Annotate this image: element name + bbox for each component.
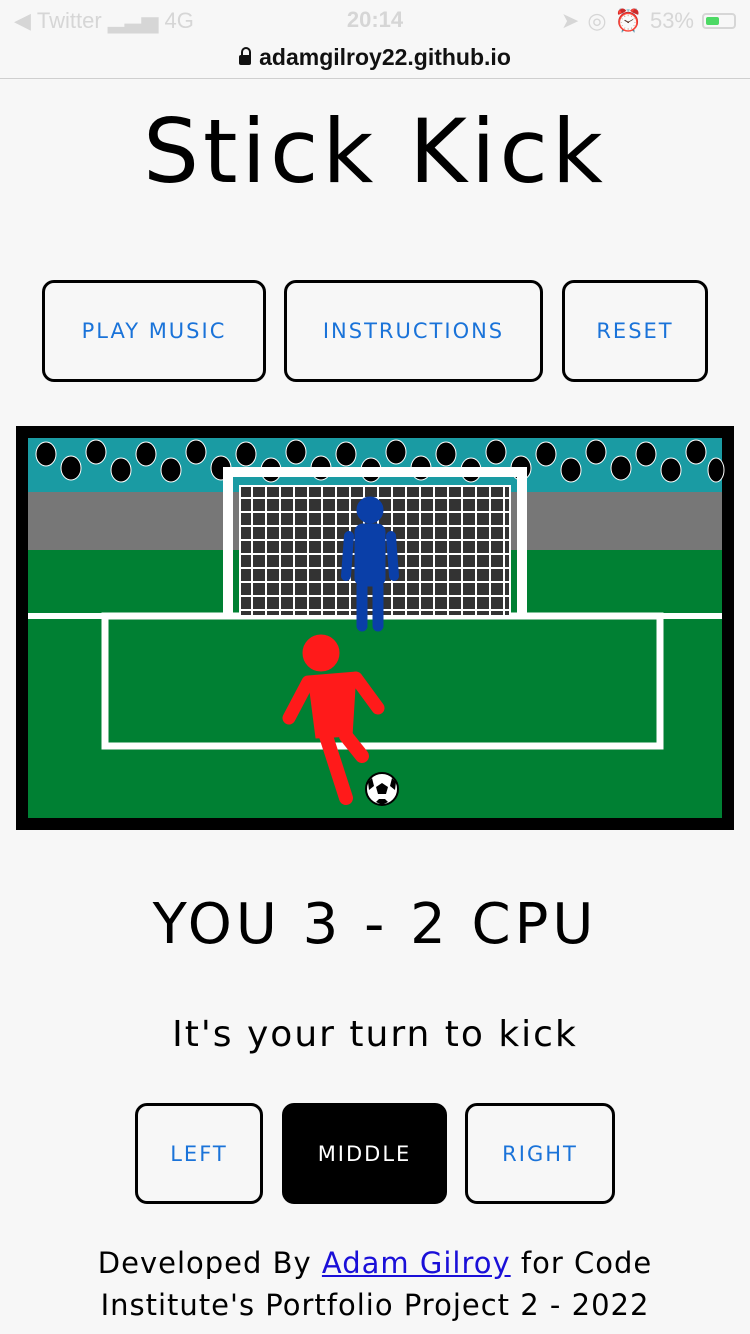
- footer-line-2: Institute's Portfolio Project 2 - 2022: [100, 1288, 650, 1322]
- footer-line-1: Developed By Adam Gilroy for Code: [0, 1242, 750, 1284]
- footer: Developed By Adam Gilroy for Code Instit…: [0, 1242, 750, 1326]
- footer-prefix: Developed By: [97, 1246, 322, 1280]
- game-scene: [28, 438, 725, 818]
- turn-message: It's your turn to kick: [172, 1014, 578, 1055]
- status-right: ➤ ◎ ⏰ 53%: [561, 8, 736, 34]
- kick-right-button[interactable]: RIGHT: [465, 1103, 615, 1204]
- scoreboard: YOU 3 - 2 CPU: [152, 892, 598, 957]
- alarm-icon: ⏰: [614, 8, 642, 33]
- instructions-button[interactable]: INSTRUCTIONS: [284, 280, 543, 382]
- game-canvas: [16, 426, 734, 830]
- status-bar: ◀ Twitter ▂▃▅ 4G 20:14 ➤ ◎ ⏰ 53%: [0, 0, 750, 40]
- footer-suffix: for Code: [510, 1246, 653, 1280]
- kick-middle-button[interactable]: MIDDLE: [282, 1103, 447, 1204]
- soccer-ball-icon: [365, 772, 399, 806]
- kick-left-button[interactable]: LEFT: [135, 1103, 263, 1204]
- lock-rotation-icon: ◎: [587, 8, 607, 33]
- page-title: Stick Kick: [143, 100, 607, 203]
- url-bar[interactable]: adamgilroy22.github.io: [0, 36, 750, 79]
- battery-percent: 53%: [649, 8, 694, 33]
- location-icon: ➤: [560, 8, 580, 33]
- play-music-button[interactable]: PLAY MUSIC: [42, 280, 266, 382]
- reset-button[interactable]: RESET: [562, 280, 708, 382]
- author-link[interactable]: Adam Gilroy: [322, 1246, 511, 1280]
- lock-icon: [239, 47, 252, 65]
- battery-icon: [702, 13, 736, 29]
- url-text[interactable]: adamgilroy22.github.io: [259, 44, 511, 71]
